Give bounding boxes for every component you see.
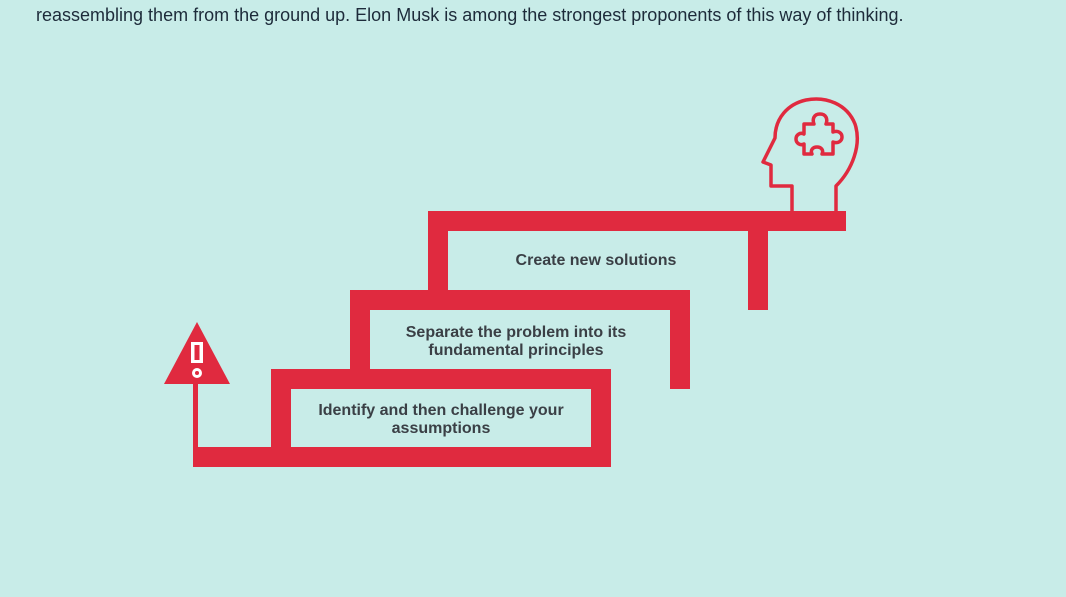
step-2: Separate the problem into its fundamenta… bbox=[406, 324, 627, 359]
step-1: Identify and then challenge your assumpt… bbox=[318, 402, 563, 437]
first-principles-staircase-diagram: Identify and then challenge your assumpt… bbox=[164, 97, 860, 467]
step-2-label-line-2: fundamental principles bbox=[428, 342, 603, 359]
step-2-label-line-1: Separate the problem into its bbox=[406, 324, 627, 341]
step-1-label-line-1: Identify and then challenge your bbox=[318, 402, 563, 419]
step-3: Create new solutions bbox=[516, 252, 677, 269]
warning-triangle-icon bbox=[164, 322, 230, 453]
step-1-label-line-2: assumptions bbox=[392, 420, 491, 437]
head-with-puzzle-icon bbox=[761, 97, 860, 214]
step-3-label: Create new solutions bbox=[516, 252, 677, 269]
